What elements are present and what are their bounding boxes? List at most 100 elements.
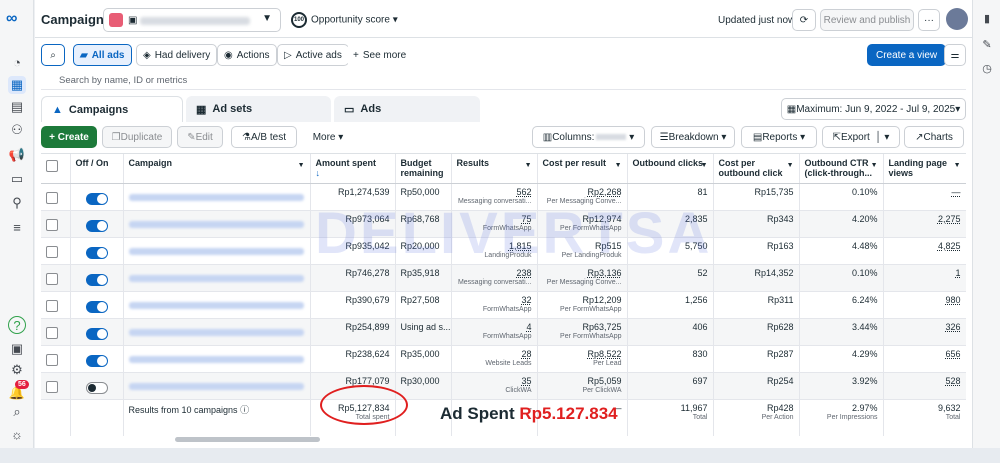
lpv-value[interactable]: 656 <box>945 349 960 359</box>
dashboard-icon[interactable]: ◔ <box>8 53 26 71</box>
row-checkbox[interactable] <box>46 191 58 204</box>
row-checkbox[interactable] <box>46 245 58 258</box>
columns-button[interactable]: ▥ Columns: ▾ <box>532 126 645 148</box>
events-icon[interactable]: ⚲ <box>8 194 26 212</box>
lpv-value[interactable]: 528 <box>945 376 960 386</box>
campaign-toggle[interactable] <box>85 246 108 259</box>
campaigns-table-icon[interactable]: ▦ <box>8 76 26 94</box>
tab-ads[interactable]: ▭ Ads <box>334 96 480 122</box>
campaign-toggle[interactable] <box>85 219 108 232</box>
create-view-button[interactable]: Create a view <box>867 44 947 66</box>
campaign-name-redacted[interactable] <box>128 382 304 390</box>
checkbox[interactable] <box>46 160 58 172</box>
help-icon[interactable]: ? <box>8 316 26 334</box>
header-select-all[interactable] <box>41 154 71 184</box>
more-button[interactable]: More ▾ <box>304 126 352 148</box>
create-button[interactable]: + Create <box>41 126 97 148</box>
campaign-name-redacted[interactable] <box>128 355 304 363</box>
audiences-icon[interactable]: ⚇ <box>8 121 26 139</box>
campaign-name-cell[interactable] <box>123 264 311 292</box>
settings-icon[interactable]: ⚙ <box>8 361 26 379</box>
campaign-name-cell[interactable] <box>123 183 311 211</box>
ad-account-selector[interactable]: ▣ ▼ <box>103 8 281 32</box>
menu-icon[interactable]: ≡ <box>8 218 26 236</box>
search-icon[interactable]: ⌕ <box>8 403 26 421</box>
table-row[interactable]: Rp177,079 Rp30,000 35 ClickWA Rp5,059 Per Cli… <box>41 372 966 400</box>
tab-adsets[interactable]: ▦ Ad sets <box>186 96 331 122</box>
row-checkbox[interactable] <box>46 380 58 393</box>
reports-button[interactable]: ▤ Reports ▾ <box>741 126 817 148</box>
news-icon[interactable]: ▣ <box>8 340 26 358</box>
table-row[interactable]: Rp238,624 Rp35,000 28 Website Leads Rp8,522 P… <box>41 345 966 373</box>
campaign-name-redacted[interactable] <box>128 220 304 228</box>
results-value[interactable]: 238 <box>516 268 531 278</box>
header-budget[interactable]: Budget remaining <box>395 154 452 184</box>
pencil-icon[interactable]: ✎ <box>979 38 995 54</box>
date-range-picker[interactable]: ▦ Maximum: Jun 9, 2022 - Jul 9, 2025 ▾ <box>781 98 966 120</box>
ab-test-button[interactable]: ⚗ A/B test <box>231 126 297 148</box>
table-row[interactable]: Rp390,679 Rp27,508 32 FormWhatsApp Rp12,209 P… <box>41 291 966 319</box>
lpv-value[interactable]: 980 <box>945 295 960 305</box>
row-checkbox[interactable] <box>46 299 58 312</box>
search-input[interactable]: Search by name, ID or metrics <box>41 70 966 90</box>
megaphone-icon[interactable]: 📢 <box>8 146 26 164</box>
row-checkbox[interactable] <box>46 218 58 231</box>
lpv-value[interactable]: 4,825 <box>938 241 961 251</box>
avatar[interactable] <box>946 8 968 30</box>
lpv-value[interactable]: — <box>952 187 961 197</box>
campaign-name-cell[interactable] <box>123 318 311 346</box>
campaign-name-cell[interactable] <box>123 345 311 373</box>
more-options-button[interactable]: ··· <box>918 9 940 31</box>
lpv-value[interactable]: 326 <box>945 322 960 332</box>
review-publish-button[interactable]: Review and publish <box>820 9 914 31</box>
refresh-button[interactable]: ⟳ <box>792 9 816 31</box>
campaign-name-cell[interactable] <box>123 372 311 400</box>
results-value[interactable]: 562 <box>516 187 531 197</box>
header-cost-per-result[interactable]: Cost per result ▼ <box>537 154 628 184</box>
campaign-name-redacted[interactable] <box>128 274 304 282</box>
campaign-toggle[interactable] <box>85 381 108 394</box>
campaign-name-redacted[interactable] <box>128 247 304 255</box>
header-outbound-clicks[interactable]: Outbound clicks ▼ <box>627 154 714 184</box>
filter-had-delivery[interactable]: ◈ Had delivery <box>136 44 218 66</box>
filter-all-ads[interactable]: ▰ All ads <box>73 44 132 66</box>
search-toggle-button[interactable]: ⌕ <box>41 44 65 66</box>
clock-icon[interactable]: ◷ <box>979 62 995 78</box>
horizontal-scrollbar[interactable] <box>175 437 320 442</box>
pages-icon[interactable]: ▤ <box>8 98 26 116</box>
breakdown-button[interactable]: ☰ Breakdown ▾ <box>651 126 735 148</box>
row-checkbox[interactable] <box>46 326 58 339</box>
opportunity-score[interactable]: 100 Opportunity score ▾ <box>291 12 398 28</box>
filter-active-ads[interactable]: ▷ Active ads <box>277 44 349 66</box>
row-checkbox[interactable] <box>46 272 58 285</box>
charts-button[interactable]: ↗ Charts <box>904 126 964 148</box>
see-more-button[interactable]: + See more <box>347 44 413 66</box>
campaign-toggle[interactable] <box>85 354 108 367</box>
results-value[interactable]: 28 <box>521 349 531 359</box>
row-checkbox[interactable] <box>46 353 58 366</box>
results-value[interactable]: 4 <box>526 322 531 332</box>
export-button[interactable]: ⇱ Export │ ▾ <box>822 126 900 148</box>
info-icon[interactable]: ⓘ <box>240 405 249 415</box>
duplicate-button[interactable]: ❐ Duplicate <box>102 126 172 148</box>
lpv-value[interactable]: 1 <box>955 268 960 278</box>
lpv-value[interactable]: 2,275 <box>938 214 961 224</box>
campaign-toggle[interactable] <box>85 327 108 340</box>
billing-icon[interactable]: ▭ <box>8 170 26 188</box>
campaign-name-cell[interactable] <box>123 210 311 238</box>
table-row[interactable]: Rp746,278 Rp35,918 238 Messaging conversati… <box>41 264 966 292</box>
header-landing-page-views[interactable]: Landing page views ▼ <box>883 154 966 184</box>
header-campaign[interactable]: Campaign ▼ <box>123 154 311 184</box>
tab-campaigns[interactable]: ▲ Campaigns <box>41 96 183 122</box>
bug-icon[interactable]: ☼ <box>8 425 26 443</box>
edit-button[interactable]: ✎ Edit <box>177 126 223 148</box>
filter-settings-button[interactable]: ⚌ <box>944 44 966 66</box>
header-outbound-ctr[interactable]: Outbound CTR (click-through... ▼ <box>799 154 884 184</box>
campaign-toggle[interactable] <box>85 192 108 205</box>
header-cost-per-outbound[interactable]: Cost per outbound click ▼ <box>713 154 800 184</box>
meta-logo-icon[interactable]: ∞ <box>6 10 17 28</box>
campaign-toggle[interactable] <box>85 300 108 313</box>
table-row[interactable]: Rp254,899 Using ad s... 4 FormWhatsApp Rp63,… <box>41 318 966 346</box>
campaign-name-redacted[interactable] <box>128 328 304 336</box>
results-value[interactable]: 35 <box>521 376 531 386</box>
